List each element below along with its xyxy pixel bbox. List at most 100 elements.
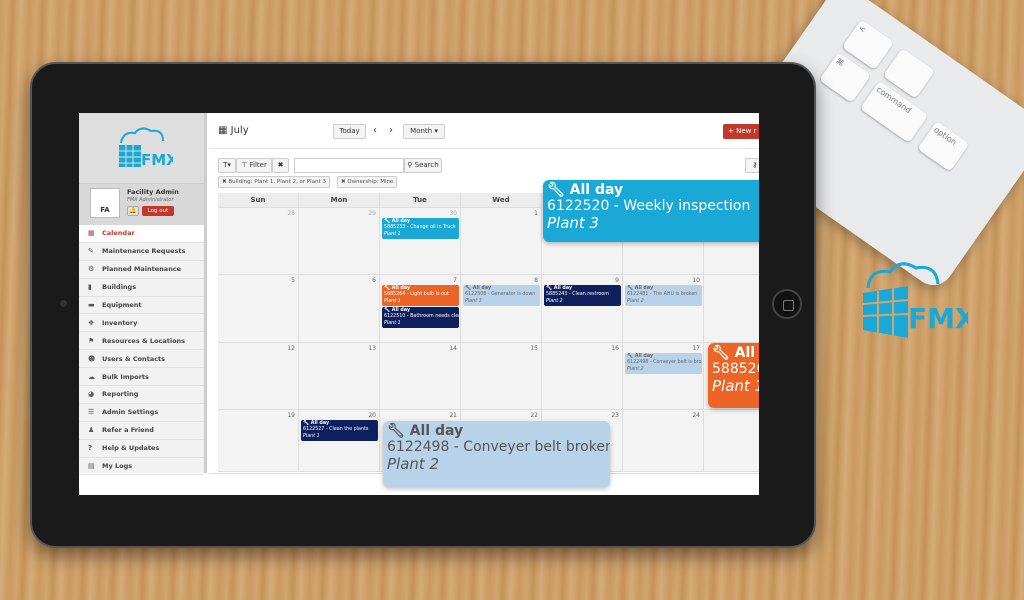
filter-chip[interactable]: ✖ Ownership: Mine — [337, 176, 398, 188]
event-time: All day — [472, 286, 492, 291]
sidebar-item-label: Calendar — [102, 229, 135, 238]
sidebar-item-resources-locations[interactable]: ⚑ Resources & Locations — [79, 332, 204, 351]
sidebar-item-reporting[interactable]: ◕ Reporting — [79, 386, 204, 404]
sidebar-item-buildings[interactable]: ▮ Buildings — [79, 279, 204, 297]
sidebar-item-equipment[interactable]: ▬ Equipment — [79, 297, 204, 315]
sidebar-logo[interactable]: FMX — [79, 113, 204, 183]
search-input[interactable] — [294, 158, 404, 173]
sidebar-item-help-updates[interactable]: ? Help & Updates — [79, 440, 204, 458]
event-location: Plant 1 — [303, 433, 320, 439]
calendar-event[interactable]: 🔧︎ All day 6122527 - Clean the plants Plan… — [301, 420, 378, 441]
event-title: 6122481 - The AHU is broken — [627, 292, 698, 298]
calendar-day-cell[interactable]: 13 — [299, 343, 380, 410]
event-location: Plant 2 — [627, 298, 644, 304]
event-callout[interactable]: 🔧︎ All day 6122520 - Weekly inspection Pla… — [543, 180, 759, 242]
day-header: Sun — [218, 193, 299, 208]
question-icon: ? — [88, 444, 93, 453]
calendar-event[interactable]: 🔧︎ All day 5885264 - Light bulb is out Pla… — [382, 285, 459, 306]
day-header: Mon — [299, 193, 380, 208]
calendar-day-cell[interactable]: 5 — [218, 275, 299, 343]
view-select[interactable]: Month ▾ — [403, 124, 445, 139]
calendar-day-cell[interactable]: 19 — [218, 410, 299, 472]
type-dropdown-button[interactable]: T▾ — [218, 158, 236, 173]
sliders-icon: ☰ — [88, 408, 95, 417]
calendar-day-cell[interactable]: 24 — [623, 410, 704, 472]
day-number: 8 — [534, 277, 538, 284]
day-number: 21 — [449, 412, 457, 419]
filter-button[interactable]: ⊤ Filter — [236, 158, 272, 173]
event-time: All day — [634, 354, 654, 359]
search-label: Search — [414, 161, 439, 169]
sidebar: « FMX FA Facility Admin FMX Administrato… — [79, 113, 207, 476]
key-button[interactable]: ⚷ — [745, 158, 759, 173]
sidebar-item-label: Help & Updates — [102, 444, 160, 453]
event-callout[interactable]: 🔧︎ All588526Plant 1 — [708, 343, 759, 408]
event-callout[interactable]: 🔧︎ All day 6122498 - Conveyer belt broken… — [383, 421, 610, 487]
calendar-day-cell[interactable]: 11 — [704, 275, 759, 343]
filter-chip[interactable]: ✖ Building: Plant 1, Plant 2, or Plant 3 — [218, 176, 330, 188]
sidebar-item-bulk-imports[interactable]: ☁ Bulk Imports — [79, 368, 204, 387]
calendar-event[interactable]: 🔧︎ All day 6122498 - Conveyer belt is bro… — [625, 353, 702, 374]
calendar-day-cell[interactable]: 1 — [461, 208, 542, 275]
logout-button[interactable]: Log out — [142, 206, 174, 216]
fmx-brand-logo: FMX — [862, 262, 968, 338]
event-location: Plant 1 — [712, 377, 759, 395]
wrench-icon: 🔧︎ — [547, 182, 570, 198]
calendar-day-cell[interactable]: 12 — [218, 343, 299, 410]
day-number: 14 — [449, 345, 457, 352]
next-button[interactable]: › — [385, 124, 397, 139]
search-button[interactable]: ⚲ Search — [404, 158, 442, 173]
prev-button[interactable]: ‹ — [369, 124, 381, 139]
clear-filters-button[interactable]: ✖ — [272, 158, 289, 173]
sidebar-item-label: Maintenance Requests — [102, 247, 186, 256]
event-location: Plant 3 — [547, 214, 600, 232]
event-title: 6122498 - Conveyer belt is broken — [627, 360, 702, 366]
day-number: 20 — [368, 412, 376, 419]
event-time: All day — [634, 286, 654, 291]
sidebar-item-planned-maintenance[interactable]: ⚙ Planned Maintenance — [79, 261, 204, 279]
pie-chart-icon: ◕ — [88, 390, 95, 399]
notifications-bell-icon[interactable]: 🔔 — [127, 206, 139, 216]
today-button[interactable]: Today — [333, 124, 366, 139]
new-request-button[interactable]: + New r — [723, 124, 759, 139]
calendar-day-cell[interactable]: 29 — [299, 208, 380, 275]
calendar-day-cell[interactable]: 14 — [380, 343, 461, 410]
avatar[interactable]: FA — [90, 188, 120, 218]
wrench-icon: 🔧︎ — [465, 286, 473, 291]
day-number: 17 — [692, 345, 700, 352]
event-location: Plant 3 — [465, 298, 482, 304]
wrench-icon: 🔧︎ — [303, 421, 311, 426]
event-time: All day — [391, 219, 411, 224]
calendar-day-cell[interactable]: 6 — [299, 275, 380, 343]
day-number: 7 — [453, 277, 457, 284]
sidebar-nav: ▦ Calendar ✎ Maintenance Requests ⚙ Planned M… — [79, 225, 204, 476]
event-title: 5885264 - Light bulb is out — [384, 292, 449, 298]
event-location: Plant 2 — [387, 455, 440, 473]
event-time: All — [734, 345, 756, 361]
sidebar-item-refer-a-friend[interactable]: ♟ Refer a Friend — [79, 422, 204, 440]
calendar-event[interactable]: 🔧︎ All day 5885243 - Clean restroom Plant … — [544, 285, 621, 306]
day-number: 10 — [692, 277, 700, 284]
calendar-event[interactable]: 🔧︎ All day 6122481 - The AHU is broken Pla… — [625, 285, 702, 306]
sidebar-item-admin-settings[interactable]: ☰ Admin Settings — [79, 404, 204, 422]
day-number: 1 — [534, 210, 538, 217]
home-button[interactable] — [772, 289, 802, 319]
calendar-event[interactable]: 🔧︎ All day6122510 - Bathroom needs clean… — [382, 307, 459, 328]
sidebar-item-maintenance-requests[interactable]: ✎ Maintenance Requests — [79, 243, 204, 261]
calendar-icon: ▦ — [218, 125, 231, 136]
event-location: Plant 1 — [384, 231, 401, 237]
calendar-day-cell[interactable]: 28 — [218, 208, 299, 275]
sidebar-item-inventory[interactable]: ❖ Inventory — [79, 314, 204, 333]
calendar-day-cell[interactable]: 16 — [542, 343, 623, 410]
sidebar-item-label: My Logs — [102, 462, 133, 471]
calendar-event[interactable]: 🔧︎ All day 5885233 - Change oil in Truck P… — [382, 218, 459, 239]
sidebar-item-label: Bulk Imports — [102, 372, 149, 381]
event-time: All day — [553, 286, 573, 291]
calendar-day-cell[interactable]: 15 — [461, 343, 542, 410]
calendar-event[interactable]: 🔧︎ All day 6122508 - Generator is down Pla… — [463, 285, 540, 306]
sidebar-item-calendar[interactable]: ▦ Calendar — [79, 225, 204, 243]
day-number: 5 — [291, 277, 295, 284]
calendar-day-cell[interactable]: 25 — [704, 410, 759, 472]
sidebar-item-users-contacts[interactable]: ☻ Users & Contacts — [79, 350, 204, 369]
sidebar-item-my-logs[interactable]: ▤ My Logs — [79, 458, 204, 476]
